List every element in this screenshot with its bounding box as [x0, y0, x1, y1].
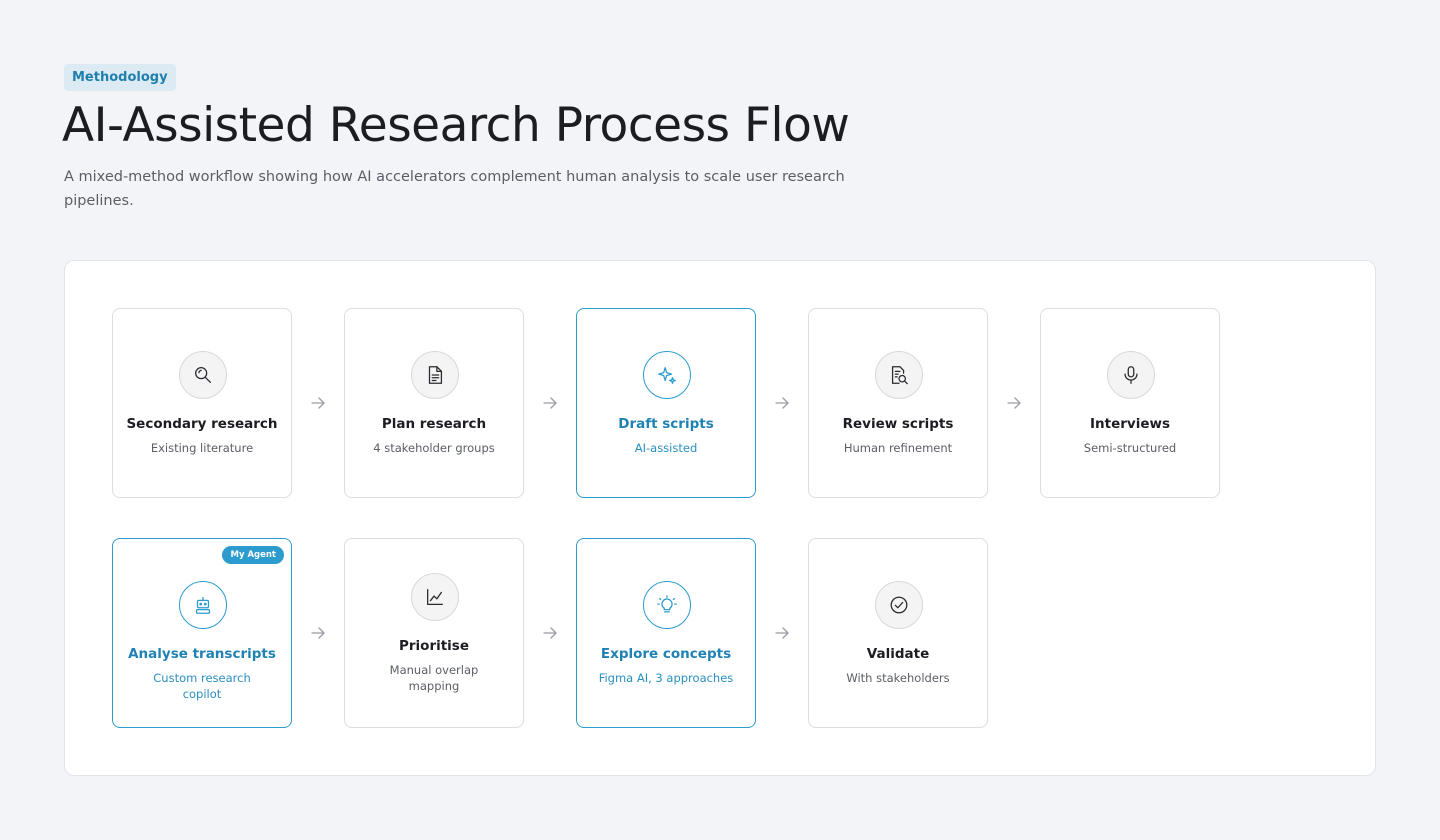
- search-icon: [179, 351, 227, 399]
- step-label: Explore concepts: [600, 646, 732, 662]
- step-label: Review scripts: [842, 416, 954, 432]
- step-description: AI-assisted: [634, 441, 698, 455]
- arrow-right-icon: [774, 625, 790, 641]
- my-agent-badge: My Agent: [222, 546, 284, 564]
- microphone-icon: [1107, 351, 1155, 399]
- arrow-right-icon: [310, 395, 326, 411]
- step-description: Human refinement: [843, 441, 953, 455]
- step-label: Draft scripts: [618, 416, 714, 432]
- robot-icon: [179, 581, 227, 629]
- step-description: Semi-structured: [1083, 441, 1177, 455]
- arrow-right-icon: [1006, 395, 1022, 411]
- arrow-right-icon: [774, 395, 790, 411]
- arrow-right-icon: [542, 625, 558, 641]
- step-plan-research: Plan research 4 stakeholder groups: [344, 308, 524, 498]
- step-description: With stakeholders: [846, 671, 950, 685]
- chart-line-icon: [411, 573, 459, 621]
- document-search-icon: [875, 351, 923, 399]
- process-flow-panel: Secondary research Existing literature P…: [64, 260, 1376, 776]
- step-label: Secondary research: [126, 416, 278, 432]
- step-prioritise: Prioritise Manual overlap mapping: [344, 538, 524, 728]
- step-label: Prioritise: [398, 638, 469, 654]
- page-subtitle: A mixed-method workflow showing how AI a…: [64, 169, 845, 209]
- sparkle-icon: [643, 351, 691, 399]
- step-description: Manual overlap mapping: [389, 663, 479, 693]
- step-draft-scripts: Draft scripts AI-assisted: [576, 308, 756, 498]
- methodology-tag: Methodology: [64, 64, 176, 91]
- step-label: Plan research: [381, 416, 487, 432]
- step-review-scripts: Review scripts Human refinement: [808, 308, 988, 498]
- step-interviews: Interviews Semi-structured: [1040, 308, 1220, 498]
- check-circle-icon: [875, 581, 923, 629]
- step-description: Existing literature: [150, 441, 254, 455]
- step-analyse-transcripts: My Agent Analyse transcripts Custom rese…: [112, 538, 292, 728]
- step-label: Analyse transcripts: [128, 646, 276, 662]
- step-label: Interviews: [1090, 416, 1170, 432]
- page-title: AI-Assisted Research Process Flow: [62, 98, 850, 153]
- step-label: Validate: [866, 646, 930, 662]
- step-secondary-research: Secondary research Existing literature: [112, 308, 292, 498]
- arrow-right-icon: [542, 395, 558, 411]
- arrow-right-icon: [310, 625, 326, 641]
- lightbulb-icon: [643, 581, 691, 629]
- step-description: Figma AI, 3 approaches: [598, 671, 734, 685]
- document-icon: [411, 351, 459, 399]
- step-validate: Validate With stakeholders: [808, 538, 988, 728]
- step-description: 4 stakeholder groups: [373, 441, 495, 455]
- step-explore-concepts: Explore concepts Figma AI, 3 approaches: [576, 538, 756, 728]
- step-description: Custom research copilot: [153, 671, 251, 701]
